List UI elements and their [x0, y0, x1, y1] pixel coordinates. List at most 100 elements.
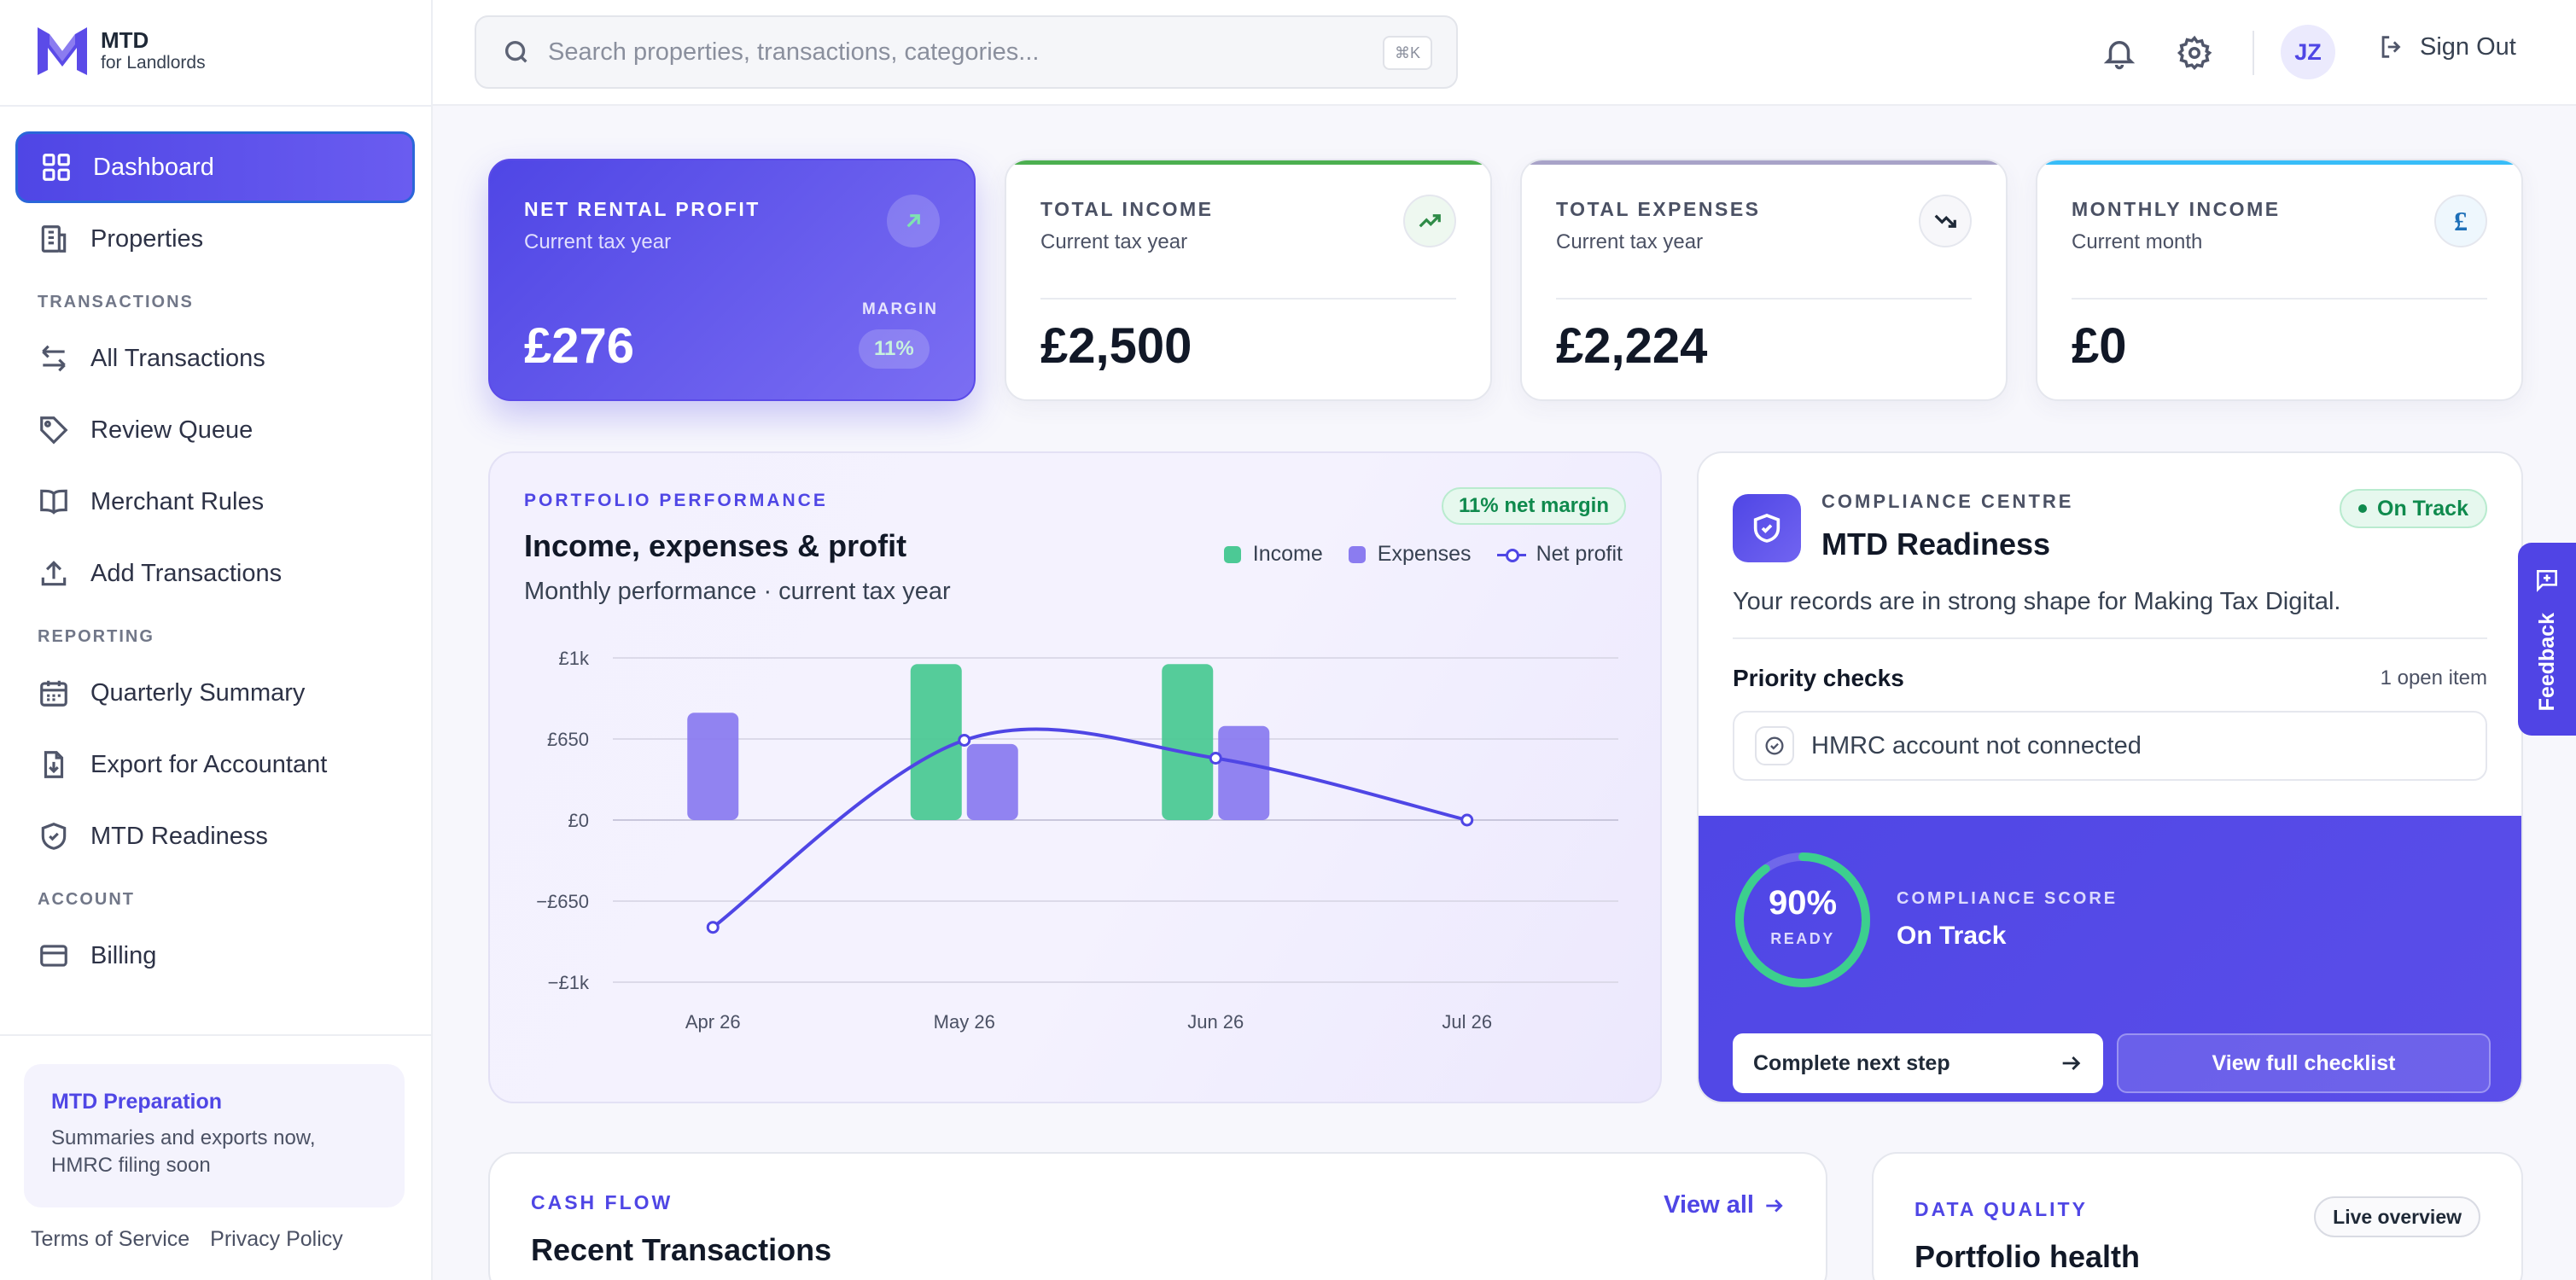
pound-icon: £	[2434, 195, 2487, 247]
complete-next-step-button[interactable]: Complete next step	[1733, 1033, 2103, 1093]
sign-out-label: Sign Out	[2420, 32, 2516, 61]
stat-value: £2,224	[1556, 318, 1708, 374]
stat-label: NET RENTAL PROFIT	[524, 198, 761, 220]
shield-check-icon	[38, 820, 70, 852]
sidebar-item-quarterly-summary[interactable]: Quarterly Summary	[15, 657, 415, 729]
sign-out-button[interactable]: Sign Out	[2377, 32, 2516, 61]
score-status: On Track	[1897, 922, 2007, 950]
check-circle-icon	[1755, 726, 1794, 765]
net-profit-line	[712, 727, 1468, 929]
sidebar-item-dashboard[interactable]: Dashboard	[15, 131, 415, 203]
stat-label: MONTHLY INCOME	[2072, 198, 2281, 220]
divider	[0, 1034, 433, 1036]
avatar[interactable]: JZ	[2281, 25, 2335, 79]
divider	[2253, 31, 2254, 75]
divider	[1556, 298, 1972, 300]
net-profit-point	[706, 921, 720, 934]
sidebar-item-properties[interactable]: Properties	[15, 203, 415, 275]
accent-bar	[1006, 160, 1490, 165]
bar-expenses	[687, 713, 739, 820]
live-overview-pill: Live overview	[2314, 1196, 2480, 1237]
card-kicker: CASH FLOW	[531, 1191, 673, 1213]
prep-card-text: Summaries and exports now, HMRC filing s…	[51, 1126, 316, 1178]
sidebar-item-merchant-rules[interactable]: Merchant Rules	[15, 466, 415, 538]
sidebar-item-review-queue[interactable]: Review Queue	[15, 394, 415, 466]
stat-label: TOTAL INCOME	[1040, 198, 1214, 220]
stat-subtitle: Current tax year	[1556, 230, 1704, 253]
shield-check-icon	[1733, 494, 1801, 562]
stat-card-monthly-income: MONTHLY INCOME Current month £ £0	[2036, 159, 2523, 401]
nav-section-transactions: TRANSACTIONS	[38, 293, 194, 311]
sidebar-item-export-accountant[interactable]: Export for Accountant	[15, 729, 415, 800]
logout-icon	[2381, 36, 2401, 58]
sidebar-item-all-transactions[interactable]: All Transactions	[15, 323, 415, 394]
sidebar-item-label: All Transactions	[90, 344, 265, 372]
divider	[2072, 298, 2487, 300]
accent-bar	[2037, 160, 2521, 165]
stat-value: £0	[2072, 318, 2127, 374]
notifications-button[interactable]	[2097, 31, 2142, 75]
search-bar[interactable]: ⌘K	[475, 15, 1458, 89]
feedback-tab[interactable]: Feedback	[2518, 543, 2576, 736]
recent-transactions-card: CASH FLOW Recent Transactions View all	[488, 1152, 1827, 1280]
divider	[1733, 637, 2487, 639]
compliance-centre-card: COMPLIANCE CENTRE MTD Readiness On Track…	[1697, 451, 2523, 1103]
sidebar-item-label: Export for Accountant	[90, 750, 328, 778]
arrows-swap-icon	[38, 342, 70, 375]
card-title: Recent Transactions	[531, 1232, 832, 1267]
sidebar: MTD for Landlords Dashboard Properties T…	[0, 0, 433, 1280]
stat-subtitle: Current month	[2072, 230, 2203, 253]
priority-check-item[interactable]: HMRC account not connected	[1733, 711, 2487, 781]
arrow-right-icon	[2062, 1056, 2081, 1070]
sidebar-item-label: Dashboard	[93, 153, 214, 181]
y-tick-label: £650	[547, 729, 589, 750]
net-profit-point	[1460, 813, 1474, 827]
privacy-link[interactable]: Privacy Policy	[210, 1227, 343, 1252]
stat-label: TOTAL EXPENSES	[1556, 198, 1761, 220]
logo-icon	[38, 27, 87, 75]
score-ready-label: READY	[1770, 930, 1835, 947]
performance-chart: £1k £650 £0 −£650 −£1k Apr 26 May 26 Jun 26 Jul …	[536, 648, 1618, 1033]
status-dot	[2358, 504, 2367, 513]
sidebar-item-label: Review Queue	[90, 416, 254, 444]
sidebar-item-mtd-readiness[interactable]: MTD Readiness	[15, 800, 415, 872]
y-tick-label: −£650	[536, 891, 589, 912]
search-input[interactable]	[548, 38, 1367, 67]
priority-check-label: HMRC account not connected	[1811, 731, 2142, 759]
gear-icon	[2177, 35, 2212, 71]
accent-bar	[1522, 160, 2006, 165]
stat-card-total-expenses: TOTAL EXPENSES Current tax year £2,224	[1520, 159, 2008, 401]
view-full-checklist-button[interactable]: View full checklist	[2117, 1033, 2491, 1093]
sidebar-item-label: Merchant Rules	[90, 487, 265, 515]
button-label: Complete next step	[1753, 1050, 1950, 1075]
divider	[1040, 298, 1456, 300]
bell-icon	[2103, 41, 2136, 70]
settings-button[interactable]	[2172, 31, 2217, 75]
sidebar-item-label: Billing	[90, 941, 157, 969]
trending-up-icon	[1403, 195, 1456, 247]
sidebar-item-add-transactions[interactable]: Add Transactions	[15, 538, 415, 609]
nav-section-reporting: REPORTING	[38, 627, 154, 646]
feedback-icon	[2537, 570, 2557, 592]
calendar-icon	[38, 677, 70, 709]
stat-subtitle: Current tax year	[1040, 230, 1188, 253]
portfolio-performance-card: PORTFOLIO PERFORMANCE Income, expenses &…	[488, 451, 1662, 1103]
priority-checks-count: 1 open item	[2380, 666, 2487, 689]
bar-expenses	[1218, 725, 1270, 820]
view-all-link[interactable]: View all	[1664, 1191, 1785, 1219]
terms-link[interactable]: Terms of Service	[31, 1227, 189, 1252]
sidebar-item-billing[interactable]: Billing	[15, 920, 415, 992]
net-profit-point	[1209, 752, 1222, 765]
building-icon	[38, 223, 70, 255]
grid-icon	[40, 151, 73, 183]
trending-down-icon	[1919, 195, 1972, 247]
tag-icon	[38, 414, 70, 446]
margin-value: 11%	[859, 329, 930, 369]
brand[interactable]: MTD for Landlords	[34, 22, 206, 79]
score-percentage: 90%	[1768, 884, 1838, 922]
portfolio-health-card: DATA QUALITY Portfolio health Live overv…	[1872, 1152, 2523, 1280]
status-badge: On Track	[2340, 489, 2487, 528]
upload-icon	[38, 557, 70, 590]
compliance-score-panel: 90% READY COMPLIANCE SCORE On Track Comp…	[1699, 816, 2521, 1102]
view-all-label: View all	[1664, 1191, 1754, 1219]
